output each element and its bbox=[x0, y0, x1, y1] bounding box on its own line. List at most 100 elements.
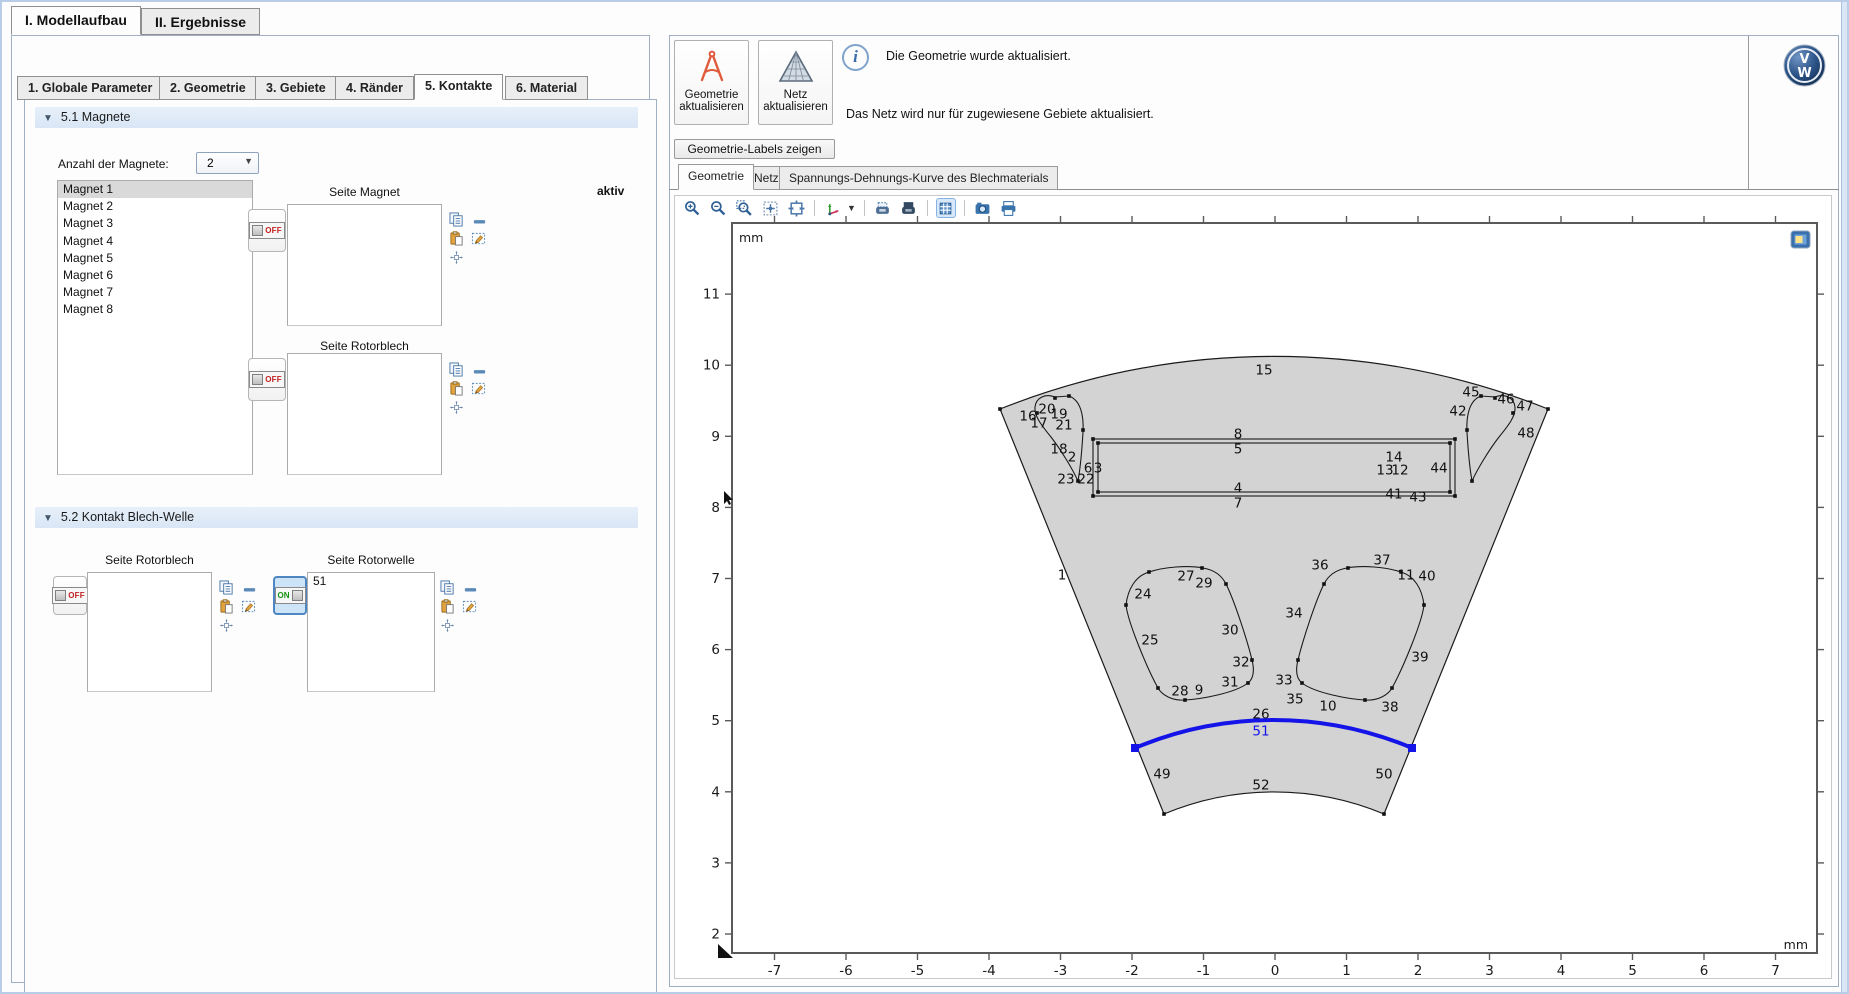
svg-text:6: 6 bbox=[1084, 461, 1093, 477]
copy-selection-icon[interactable] bbox=[219, 580, 234, 595]
seite-rotorblech-label: Seite Rotorblech bbox=[287, 339, 442, 353]
list-item[interactable]: Magnet 5 bbox=[58, 250, 252, 267]
kontakt-rotorblech-toggle[interactable]: OFF bbox=[53, 576, 87, 615]
dropdown-value: 2 bbox=[207, 156, 214, 170]
svg-text:-7: -7 bbox=[768, 963, 781, 978]
copy-selection-icon[interactable] bbox=[449, 362, 464, 377]
geometry-plot-canvas[interactable]: -7-6-5-4-3-2-101234567234567891011 mm mm… bbox=[675, 198, 1831, 978]
svg-text:2: 2 bbox=[711, 927, 720, 943]
zoom-to-selection-icon[interactable] bbox=[450, 401, 463, 414]
zoom-to-selection-icon[interactable] bbox=[441, 619, 454, 632]
zoom-in-icon[interactable] bbox=[682, 198, 702, 218]
export-image-icon[interactable] bbox=[899, 198, 919, 218]
copy-selection-icon[interactable] bbox=[449, 212, 464, 227]
list-item[interactable]: Magnet 2 bbox=[58, 198, 252, 215]
zoom-out-icon[interactable] bbox=[708, 198, 728, 218]
svg-text:1: 1 bbox=[1058, 568, 1067, 584]
svg-text:52: 52 bbox=[1252, 778, 1269, 794]
zoom-to-selection-icon[interactable] bbox=[450, 251, 463, 264]
list-item[interactable]: Magnet 7 bbox=[58, 284, 252, 301]
svg-text:5: 5 bbox=[711, 713, 720, 729]
view-axis-icon[interactable] bbox=[823, 198, 843, 218]
tab-kontakte[interactable]: 5. Kontakte bbox=[414, 74, 503, 100]
list-item[interactable]: 51 bbox=[308, 573, 434, 590]
zoom-selected-icon[interactable] bbox=[760, 198, 780, 218]
seite-rotorblech-selection-list[interactable] bbox=[287, 353, 442, 475]
magnet-list[interactable]: Magnet 1Magnet 2Magnet 3Magnet 4Magnet 5… bbox=[57, 180, 253, 475]
svg-text:0: 0 bbox=[1271, 963, 1280, 978]
kontakt-rotorwelle-toggle[interactable]: ON bbox=[273, 576, 307, 615]
svg-text:3: 3 bbox=[1094, 461, 1103, 477]
section-header-magnete[interactable]: ▼5.1 Magnete bbox=[35, 107, 638, 128]
list-item[interactable]: Magnet 1 bbox=[58, 181, 252, 198]
svg-text:7: 7 bbox=[1771, 963, 1780, 978]
list-item[interactable]: Magnet 3 bbox=[58, 215, 252, 232]
toolbar-separator bbox=[864, 200, 865, 216]
list-item[interactable]: Magnet 4 bbox=[58, 233, 252, 250]
kontakt-rotorwelle-label: Seite Rotorwelle bbox=[307, 553, 435, 567]
paste-selection-icon[interactable] bbox=[449, 381, 464, 396]
remove-selection-icon[interactable] bbox=[242, 582, 257, 597]
print-icon[interactable] bbox=[999, 198, 1019, 218]
remove-selection-icon[interactable] bbox=[472, 214, 487, 229]
toggle-on-label: ON bbox=[278, 591, 290, 600]
svg-text:29: 29 bbox=[1195, 576, 1212, 592]
svg-text:12: 12 bbox=[1391, 463, 1408, 479]
gtab-spannungskurve[interactable]: Spannungs-Dehnungs-Kurve des Blechmateri… bbox=[779, 166, 1058, 190]
copy-selection-icon[interactable] bbox=[440, 580, 455, 595]
toolbar-separator bbox=[964, 200, 965, 216]
remove-selection-icon[interactable] bbox=[463, 582, 478, 597]
paste-selection-icon[interactable] bbox=[440, 599, 455, 614]
tab-globale-parameter[interactable]: 1. Globale Parameter bbox=[17, 76, 163, 100]
kontakt-rotorwelle-selection-list[interactable]: 51 bbox=[307, 572, 435, 692]
mesh-icon bbox=[776, 47, 816, 87]
update-geometry-button[interactable]: Geometrie aktualisieren bbox=[674, 40, 749, 125]
tab-modellaufbau[interactable]: I. Modellaufbau bbox=[11, 6, 141, 35]
seite-magnet-selection-list[interactable] bbox=[287, 204, 442, 326]
remove-selection-icon[interactable] bbox=[472, 364, 487, 379]
svg-text:2: 2 bbox=[1068, 450, 1077, 466]
button-label: Geometrie aktualisieren bbox=[675, 89, 748, 113]
clear-selection-icon[interactable] bbox=[471, 231, 486, 246]
clear-selection-icon[interactable] bbox=[471, 381, 486, 396]
anzahl-dropdown[interactable]: 2 ▼ bbox=[196, 152, 259, 174]
list-item[interactable]: Magnet 8 bbox=[58, 301, 252, 318]
list-item[interactable]: Magnet 6 bbox=[58, 267, 252, 284]
zoom-to-selection-icon[interactable] bbox=[220, 619, 233, 632]
copy-image-icon[interactable] bbox=[873, 198, 893, 218]
show-geometry-labels-button[interactable]: Geometrie-Labels zeigen bbox=[674, 139, 835, 159]
seite-rotorblech-toggle[interactable]: OFF bbox=[248, 358, 286, 401]
tab-material[interactable]: 6. Material bbox=[505, 76, 588, 100]
snapshot-camera-icon[interactable] bbox=[973, 198, 993, 218]
tab-gebiete[interactable]: 3. Gebiete bbox=[255, 76, 337, 100]
svg-text:5: 5 bbox=[1628, 963, 1637, 978]
app-window: I. Modellaufbau II. Ergebnisse 1. Global… bbox=[0, 0, 1849, 994]
tab-ergebnisse[interactable]: II. Ergebnisse bbox=[141, 8, 260, 35]
zoom-extents-icon[interactable] bbox=[786, 198, 806, 218]
plot-image-icon[interactable] bbox=[1791, 231, 1810, 248]
tab-raender[interactable]: 4. Ränder bbox=[335, 76, 414, 100]
selection-tools bbox=[440, 580, 486, 636]
view-dropdown-caret[interactable]: ▼ bbox=[847, 203, 856, 213]
svg-text:-1: -1 bbox=[1197, 963, 1210, 978]
svg-text:31: 31 bbox=[1221, 675, 1238, 691]
clear-selection-icon[interactable] bbox=[462, 599, 477, 614]
clear-selection-icon[interactable] bbox=[241, 599, 256, 614]
update-mesh-button[interactable]: Netz aktualisieren bbox=[758, 40, 833, 125]
svg-text:2: 2 bbox=[1414, 963, 1423, 978]
svg-text:39: 39 bbox=[1411, 650, 1428, 666]
grid-toggle-button[interactable] bbox=[936, 198, 956, 218]
gtab-geometrie[interactable]: Geometrie bbox=[678, 164, 754, 190]
compass-icon bbox=[692, 47, 732, 87]
section-header-kontakt[interactable]: ▼5.2 Kontakt Blech-Welle bbox=[35, 507, 638, 528]
paste-selection-icon[interactable] bbox=[219, 599, 234, 614]
kontakt-rotorblech-selection-list[interactable] bbox=[87, 572, 212, 692]
seite-magnet-toggle[interactable]: OFF bbox=[248, 209, 286, 252]
toggle-knob bbox=[55, 590, 66, 601]
svg-text:23: 23 bbox=[1057, 472, 1074, 488]
kontakt-rotorblech-label: Seite Rotorblech bbox=[87, 553, 212, 567]
paste-selection-icon[interactable] bbox=[449, 231, 464, 246]
zoom-box-icon[interactable] bbox=[734, 198, 754, 218]
svg-text:21: 21 bbox=[1055, 418, 1072, 434]
tab-geometrie[interactable]: 2. Geometrie bbox=[159, 76, 257, 100]
